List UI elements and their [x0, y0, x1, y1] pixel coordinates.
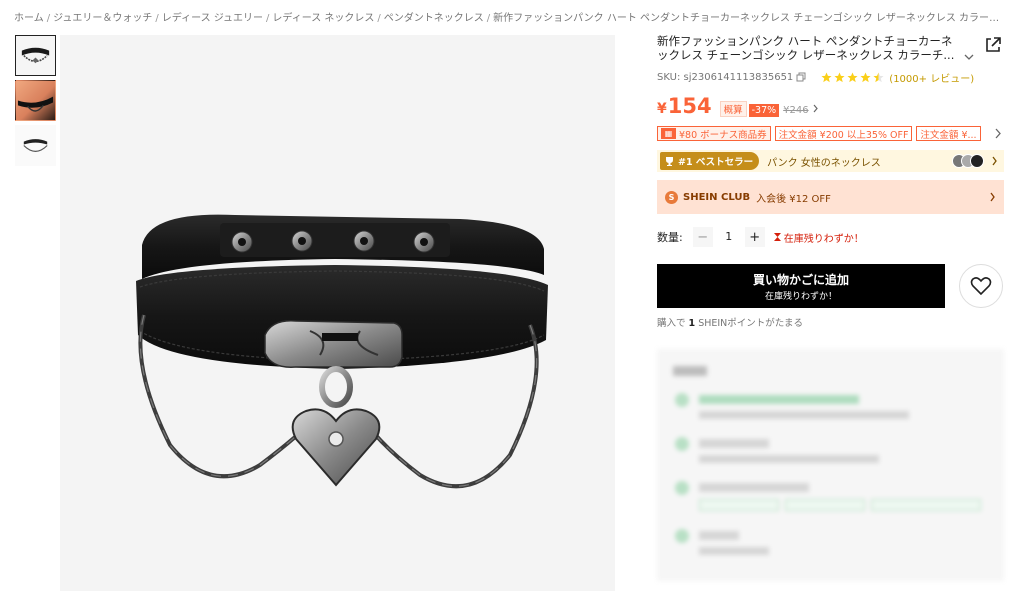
quantity-input[interactable]: 1 — [713, 227, 745, 247]
star-icon — [873, 71, 884, 82]
thumbnail-3[interactable] — [15, 125, 56, 166]
thumbnail-2[interactable] — [15, 80, 56, 121]
shein-club-icon: S — [665, 190, 678, 204]
quantity-label: 数量: — [657, 231, 683, 244]
bestseller-category: パンク 女性のネックレス — [767, 157, 881, 169]
approx-label: 概算 — [719, 101, 747, 117]
current-price: ¥154 — [657, 94, 712, 118]
star-icon — [821, 71, 832, 82]
breadcrumb-separator: / — [377, 13, 381, 24]
breadcrumb-item[interactable]: ジュエリー＆ウォッチ — [53, 13, 152, 24]
bestseller-thumbnails — [952, 154, 984, 168]
promo-bonus-coupon[interactable]: ▦ ¥80 ボーナス商品券 — [657, 126, 771, 141]
product-image[interactable] — [60, 35, 615, 591]
copy-icon[interactable] — [796, 72, 806, 82]
breadcrumb-separator: / — [486, 13, 491, 24]
club-label: SHEIN CLUB — [683, 191, 751, 203]
chevron-right-icon — [992, 156, 997, 166]
trophy-icon — [666, 156, 673, 166]
breadcrumb-item[interactable]: ペンダントネックレス — [384, 13, 484, 24]
promo-discount-tag-2[interactable]: 注文金額 ¥... — [916, 126, 981, 141]
points-info: 購入で 1 SHEINポイントがたまる — [657, 318, 804, 329]
breadcrumb-item[interactable]: ホーム — [14, 13, 44, 24]
choker-necklace-illustration — [136, 214, 548, 489]
discount-badge: -37% — [748, 104, 780, 117]
stock-warning: 在庫残りわずか！ — [773, 230, 864, 245]
chevron-right-icon[interactable] — [812, 104, 819, 113]
wishlist-button[interactable] — [959, 264, 1003, 308]
breadcrumb-separator: / — [266, 13, 270, 24]
add-to-cart-sublabel: 在庫残りわずか！ — [764, 291, 837, 302]
heart-icon — [970, 277, 992, 296]
quantity-decrease-button[interactable]: − — [692, 227, 713, 247]
breadcrumb-separator: / — [155, 13, 159, 24]
thumbnail-list — [15, 35, 57, 170]
shein-club-banner[interactable]: S SHEIN CLUB 入会後 ¥12 OFF — [657, 180, 1004, 214]
breadcrumb-item[interactable]: レディース ネックレス — [272, 13, 374, 24]
breadcrumb-item: 新作ファッションパンク ハート ペンダントチョーカーネックレス チェーンゴシック… — [493, 13, 1004, 24]
original-price: ¥246 — [783, 105, 809, 116]
bestseller-banner[interactable]: #1 ベストセラー パンク 女性のネックレス — [657, 150, 1004, 172]
quantity-increase-button[interactable]: + — [744, 227, 765, 247]
shipping-info-panel-blurred — [657, 349, 1004, 581]
rating-stars — [821, 71, 884, 83]
chevron-right-icon — [990, 192, 995, 202]
star-icon — [847, 71, 858, 82]
chevron-right-icon[interactable] — [992, 126, 1004, 141]
thumbnail-1[interactable] — [15, 35, 56, 76]
promo-tags: ▦ ¥80 ボーナス商品券 注文金額 ¥200 以上35% OFF 注文金額 ¥.… — [657, 126, 1004, 142]
star-icon — [834, 71, 845, 82]
product-info-panel: 新作ファッションパンク ハート ペンダントチョーカーネックレス チェーンゴシック… — [657, 34, 1004, 581]
gift-icon: ▦ — [661, 128, 676, 139]
review-count[interactable]: (1000+ レビュー) — [889, 70, 974, 85]
hourglass-icon — [773, 233, 781, 241]
product-title: 新作ファッションパンク ハート ペンダントチョーカーネックレス チェーンゴシック… — [657, 34, 955, 62]
add-to-cart-button[interactable]: 買い物かごに追加 在庫残りわずか！ — [657, 264, 945, 308]
breadcrumb: ホーム / ジュエリー＆ウォッチ / レディース ジュエリー / レディース ネックレス / ペ… — [14, 9, 1004, 24]
add-to-cart-label: 買い物かごに追加 — [752, 272, 849, 287]
star-icon — [860, 71, 871, 82]
breadcrumb-separator: / — [46, 13, 51, 24]
bestseller-badge: #1 ベストセラー — [660, 152, 760, 170]
chevron-down-icon[interactable] — [964, 52, 974, 62]
breadcrumb-item[interactable]: レディース ジュエリー — [162, 13, 263, 24]
club-offer: 入会後 ¥12 OFF — [756, 193, 831, 205]
promo-discount-tag[interactable]: 注文金額 ¥200 以上35% OFF — [774, 126, 913, 141]
sku-text: SKU: sj2306141113835651 — [657, 71, 794, 83]
share-icon[interactable] — [984, 36, 1002, 54]
